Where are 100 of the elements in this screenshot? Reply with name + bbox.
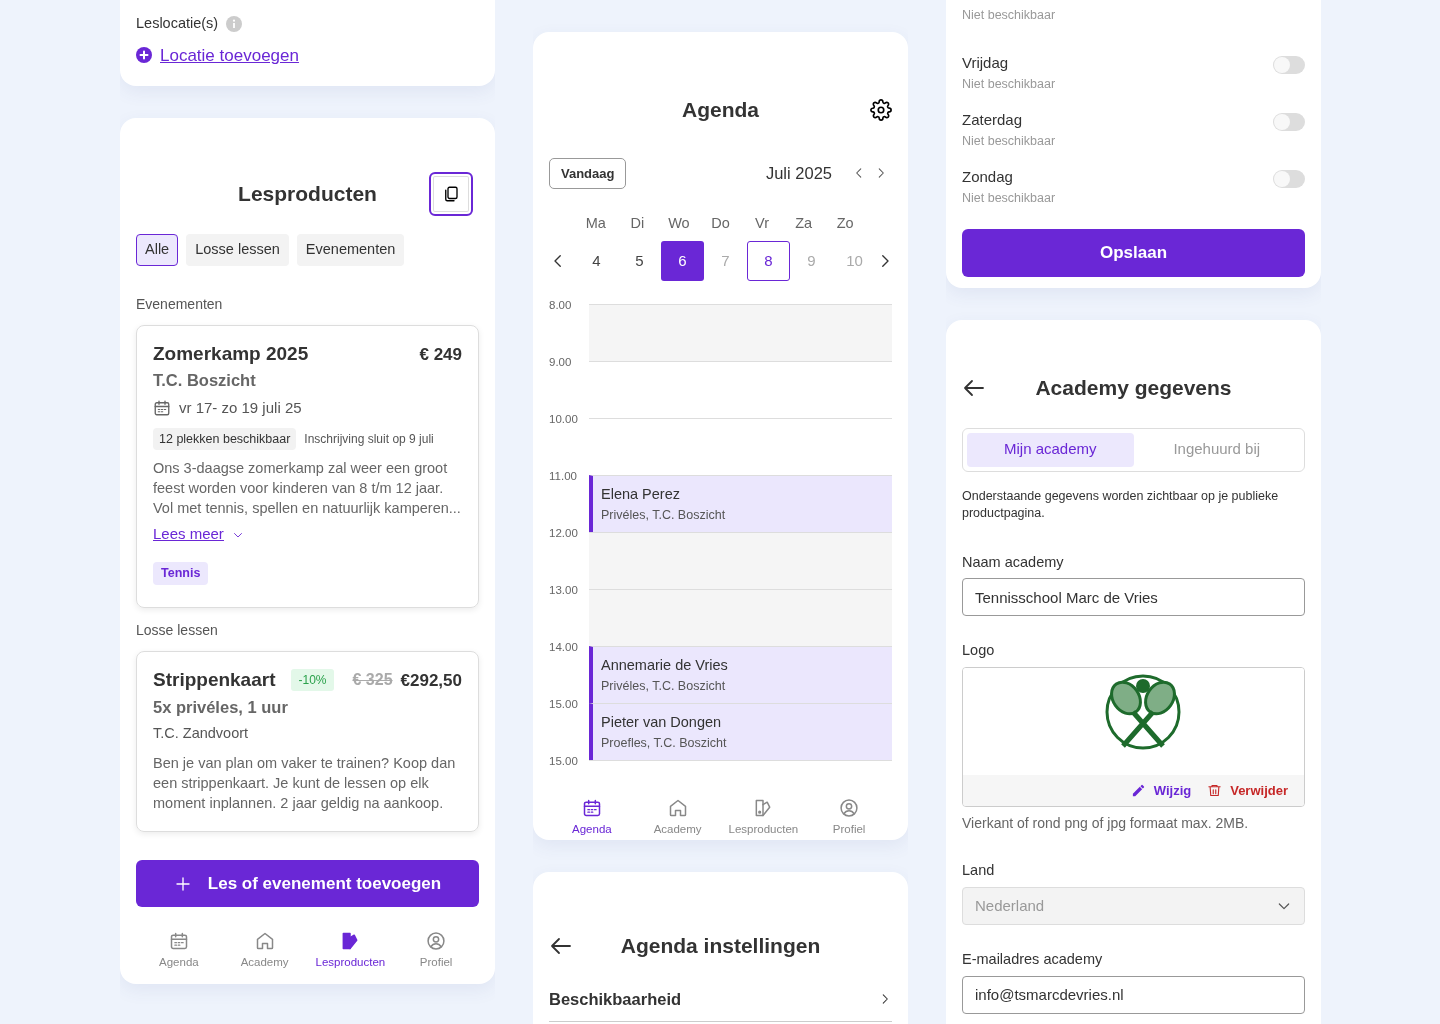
today-button[interactable]: Vandaag — [549, 157, 627, 189]
tab[interactable]: Mijn academy — [967, 432, 1134, 467]
settings-icon — [870, 98, 892, 121]
weekday-label: Ma — [584, 214, 607, 233]
nav-tab[interactable]: Profiel — [396, 931, 477, 972]
event-name: Annemarie de Vries — [601, 655, 729, 675]
event-detail: Privéles, T.C. Boszicht — [601, 506, 727, 524]
section-heading: Evenementen — [136, 294, 224, 314]
nav-tab[interactable]: Lesproducten — [723, 797, 804, 838]
calendar-icon — [581, 797, 602, 818]
filter-chip[interactable]: Alle — [136, 234, 179, 266]
calendar-icon — [153, 399, 171, 418]
day-cell[interactable]: 5 — [618, 240, 661, 281]
field-label: Leslocatie(s) — [136, 13, 219, 33]
field-label: E-mailadres academy — [962, 949, 1104, 969]
product-title: Strippenkaart — [153, 668, 276, 692]
weekday-label: Za — [794, 214, 814, 233]
hour-label: 12.00 — [549, 525, 579, 539]
nav-tab[interactable]: Academy — [224, 931, 305, 972]
filter-chip[interactable]: Evenementen — [296, 234, 405, 266]
day-cell[interactable]: 8 — [747, 240, 790, 281]
logo-upload[interactable]: Wijzig Verwijder — [962, 667, 1305, 807]
event-name: Elena Perez — [601, 484, 681, 504]
event-name: Pieter van Dongen — [601, 712, 723, 732]
calendar-event[interactable]: Pieter van Dongen Proefles, T.C. Boszicht — [589, 702, 892, 760]
select-field: Nederland — [962, 886, 1305, 925]
hint-text: Vierkant of rond png of jpg formaat max. 2MB. — [962, 814, 1250, 833]
weekday-label: Di — [629, 214, 646, 233]
hour-label: 14.00 — [549, 639, 579, 653]
availability-note: Niet beschikbaar — [962, 189, 1056, 207]
user-icon — [426, 931, 447, 951]
calendar-event[interactable]: Elena Perez Privéles, T.C. Boszicht — [589, 474, 892, 532]
hour-label: 13.00 — [549, 582, 579, 596]
spots-badge: 12 plekken beschikbaar — [153, 427, 297, 451]
delete-button[interactable]: Verwijder — [1207, 780, 1288, 801]
hour-label: 10.00 — [549, 411, 579, 425]
availability-note: Niet beschikbaar — [962, 132, 1056, 150]
nav-tab[interactable]: Academy — [637, 797, 718, 838]
plus-icon — [136, 47, 152, 64]
home-icon — [254, 931, 275, 951]
hour-label: 8.00 — [549, 297, 573, 311]
product-card[interactable] — [136, 324, 479, 608]
day-cell[interactable]: 4 — [575, 240, 618, 281]
filter-chip[interactable]: Losse lessen — [186, 234, 289, 266]
input-field[interactable]: Tennisschool Marc de Vries — [962, 578, 1305, 617]
screen-title: Agenda — [682, 97, 759, 123]
field-label: Land — [962, 861, 996, 880]
day-name: Vrijdag — [962, 53, 1010, 73]
venue-name: T.C. Boszicht — [153, 370, 257, 392]
product-card[interactable]: Strippenkaart -10% € 325 €292,50 5x privéles, 1 uur T.C. Zandvoort Ben je van plan om vaker te trainen? Koop dan een strippenkaart. Je kunt de lessen op elk moment inplannen. 2 jaar geldig na aankoop. — [136, 651, 479, 832]
save-button[interactable]: Opslaan — [962, 229, 1305, 277]
nav-tab[interactable]: Agenda — [138, 931, 219, 972]
day-cell[interactable]: 6 — [661, 240, 704, 281]
trash-icon — [1207, 783, 1223, 798]
hour-label: 11.00 — [549, 468, 578, 482]
weekday-label: Zo — [835, 214, 855, 233]
toggle-switch[interactable] — [1273, 113, 1305, 131]
add-product-button[interactable]: Les of evenement toevoegen — [136, 860, 479, 907]
screen-title: Academy gegevens — [1035, 375, 1232, 401]
settings-row[interactable]: Beschikbaarheid — [549, 977, 892, 1022]
availability-note: Niet beschikbaar — [962, 75, 1056, 93]
section-heading: Losse lessen — [136, 621, 219, 640]
venue-name: T.C. Zandvoort — [153, 724, 250, 744]
pencil-icon — [1130, 783, 1146, 798]
product-title: Zomerkamp 2025 — [153, 341, 309, 366]
old-price: € 325 — [352, 670, 393, 691]
info-icon — [226, 15, 243, 32]
field-label: Logo — [962, 641, 996, 661]
calendar-icon — [168, 931, 189, 951]
intro-text: Onderstaande gegevens worden zichtbaar op je publieke productpagina. — [962, 487, 1280, 522]
home-icon — [667, 797, 688, 818]
screen-title: Agenda instellingen — [620, 933, 821, 959]
settings-button[interactable] — [870, 98, 892, 121]
availability-note: Niet beschikbaar — [962, 7, 1056, 24]
toggle-switch[interactable] — [1273, 56, 1305, 74]
product-subtitle: 5x privéles, 1 uur — [153, 696, 289, 718]
day-name: Zaterdag — [962, 110, 1024, 130]
day-name: Zondag — [962, 167, 1014, 187]
plus-icon — [173, 874, 192, 893]
input-field[interactable]: info@tsmarcdevries.nl — [962, 975, 1305, 1014]
add-location-link[interactable]: Locatie toevoegen — [136, 42, 479, 68]
user-icon — [839, 797, 860, 818]
hour-label: 15.00 — [549, 753, 579, 767]
event-detail: Proefles, T.C. Boszicht — [601, 734, 728, 752]
copy-button[interactable] — [429, 172, 473, 216]
calendar-event[interactable]: Annemarie de Vries Privéles, T.C. Boszicht — [589, 645, 892, 703]
read-more-link[interactable]: Lees meer — [153, 523, 244, 546]
month-label: Juli 2025 — [765, 162, 832, 184]
discount-badge: -10% — [291, 669, 334, 692]
tag: Tennis — [153, 562, 209, 585]
edit-button[interactable]: Wijzig — [1130, 780, 1192, 801]
nav-tab[interactable]: Profiel — [809, 797, 890, 838]
screen-title: Lesproducten — [238, 181, 377, 208]
nav-tab[interactable]: Agenda — [551, 797, 632, 838]
price: € 249 — [419, 343, 462, 366]
event-detail: Privéles, T.C. Boszicht — [601, 677, 727, 695]
weekday-label: Wo — [667, 214, 691, 233]
weekday-label: Vr — [754, 214, 771, 233]
nav-tab[interactable]: Lesproducten — [310, 931, 391, 972]
toggle-switch[interactable] — [1273, 170, 1305, 188]
